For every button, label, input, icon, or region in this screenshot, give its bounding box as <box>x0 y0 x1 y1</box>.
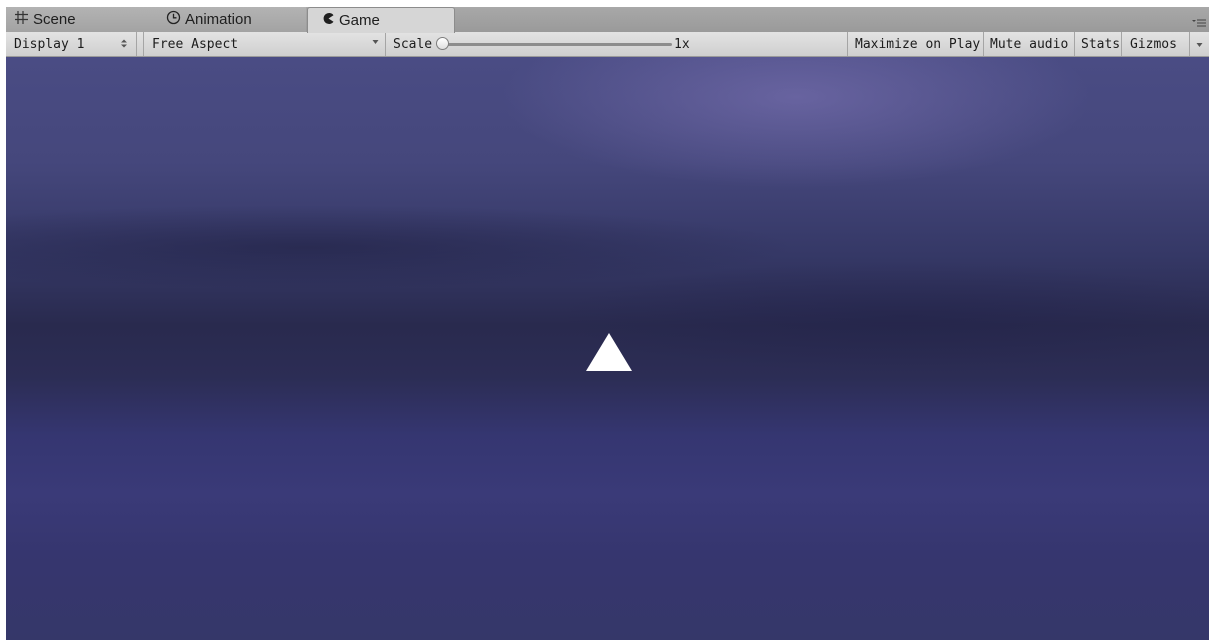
display-dropdown-label: Display 1 <box>14 36 85 52</box>
tab-animation[interactable]: Animation <box>154 7 306 32</box>
chevron-down-icon <box>372 38 379 47</box>
hash-grid-icon <box>14 10 29 29</box>
tab-animation-label: Animation <box>185 11 252 28</box>
scale-label: Scale <box>393 36 433 52</box>
game-window: Scene Animation Game Display 1 Free Aspe… <box>6 7 1209 640</box>
gizmos-dropdown[interactable] <box>1190 32 1209 56</box>
tab-scene[interactable]: Scene <box>6 7 154 32</box>
mute-audio-toggle[interactable]: Mute audio <box>984 32 1075 56</box>
tab-game-label: Game <box>339 12 380 29</box>
display-dropdown[interactable]: Display 1 <box>6 32 137 56</box>
scale-slider-track[interactable] <box>447 43 672 46</box>
tab-strip: Scene Animation Game <box>6 7 1209 33</box>
tab-game[interactable]: Game <box>307 7 455 33</box>
stats-toggle[interactable]: Stats <box>1075 32 1122 56</box>
tab-scene-label: Scene <box>33 11 76 28</box>
clock-icon <box>166 10 181 29</box>
gizmos-toggle[interactable]: Gizmos <box>1122 32 1190 56</box>
scale-value: 1x <box>674 36 690 52</box>
stats-label: Stats <box>1081 36 1121 52</box>
aspect-dropdown-label: Free Aspect <box>152 36 239 52</box>
maximize-on-play-toggle[interactable]: Maximize on Play <box>847 32 984 56</box>
panel-menu-icon[interactable] <box>1192 15 1206 27</box>
mute-audio-label: Mute audio <box>990 36 1069 52</box>
game-toolbar: Display 1 Free Aspect Scale 1x Maximize … <box>6 32 1209 57</box>
aspect-dropdown[interactable]: Free Aspect <box>143 32 386 56</box>
triangle-sprite <box>586 333 632 371</box>
gizmos-label: Gizmos <box>1130 36 1177 52</box>
pacman-icon <box>322 12 335 29</box>
scale-slider-thumb[interactable] <box>436 37 449 50</box>
up-down-arrows-icon <box>120 38 128 52</box>
maximize-on-play-label: Maximize on Play <box>855 36 981 52</box>
chevron-down-icon <box>1196 37 1203 52</box>
game-view-canvas[interactable] <box>6 57 1209 640</box>
